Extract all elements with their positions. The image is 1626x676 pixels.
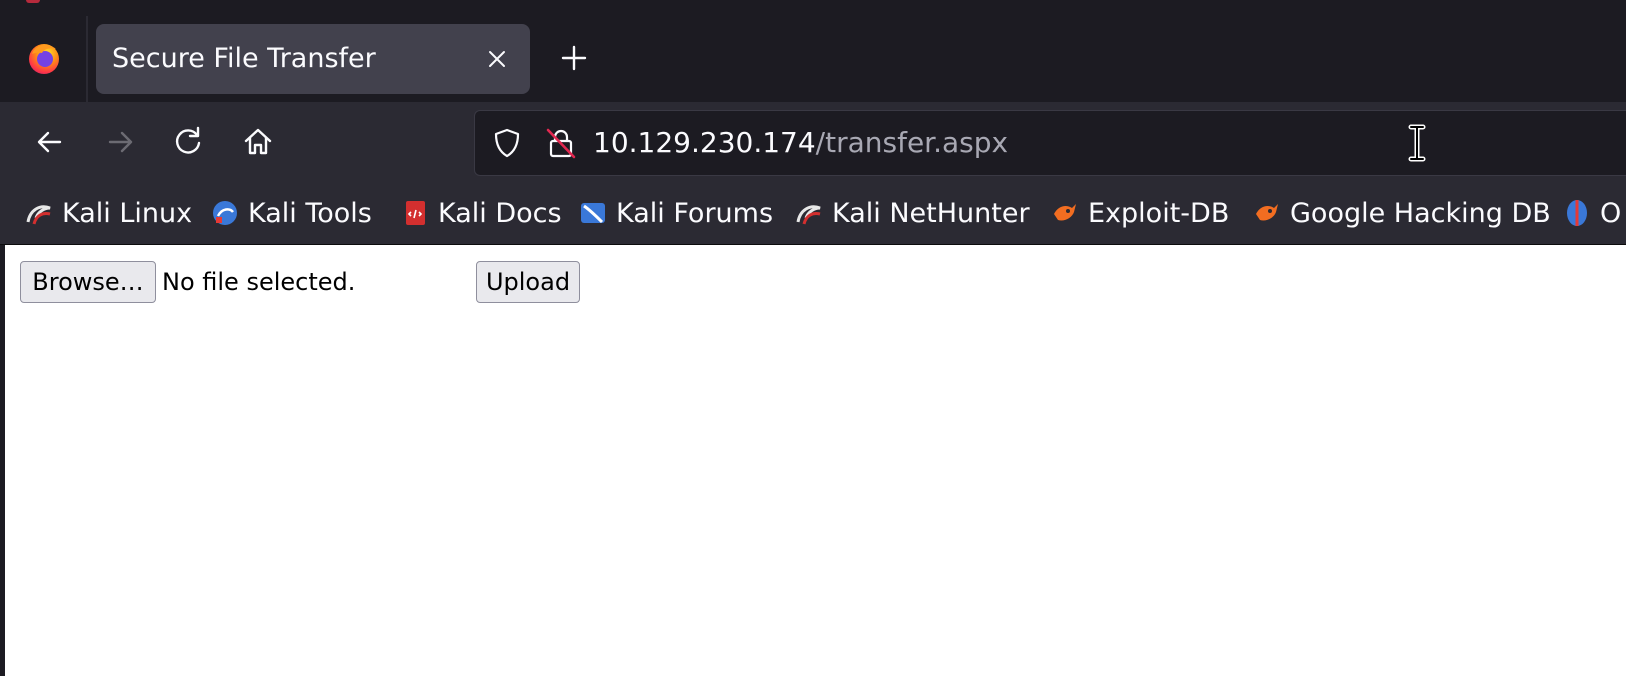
- kali-dragon-icon: [26, 205, 51, 225]
- bookmark-label: Kali NetHunter: [832, 197, 1030, 229]
- home-icon[interactable]: [238, 122, 278, 162]
- bookmark-label: O: [1600, 197, 1622, 229]
- kali-tools-icon: [213, 201, 237, 225]
- bookmark-exploit-db[interactable]: Exploit-DB: [1050, 196, 1229, 230]
- bookmark-label: Kali Tools: [248, 197, 372, 229]
- url-bar[interactable]: 10.129.230.174/transfer.aspx: [474, 110, 1626, 176]
- bookmark-kali-tools[interactable]: Kali Tools: [210, 196, 372, 230]
- url-host: 10.129.230.174: [593, 126, 816, 159]
- bookmark-label: Exploit-DB: [1088, 197, 1230, 229]
- tab-bar: Secure File Transfer: [0, 16, 1626, 102]
- close-icon[interactable]: [482, 44, 512, 74]
- bookmark-label: Kali Linux: [62, 197, 193, 229]
- window-accent: [26, 0, 40, 3]
- shield-icon[interactable]: [489, 125, 525, 161]
- arrow-left-icon[interactable]: [30, 122, 70, 162]
- reload-icon[interactable]: [168, 122, 208, 162]
- navigation-toolbar: 10.129.230.174/transfer.aspx: [0, 102, 1626, 182]
- kali-forums-icon: [581, 203, 605, 224]
- insecure-lock-icon[interactable]: [543, 125, 579, 161]
- tab-separator: [86, 16, 88, 102]
- arrow-right-icon[interactable]: [100, 122, 140, 162]
- kali-dragon-icon: [796, 205, 821, 225]
- browse-button[interactable]: Browse…: [20, 261, 156, 303]
- bookmark-kali-forums[interactable]: Kali Forums: [578, 196, 773, 230]
- bookmark-label: Kali Docs: [438, 197, 562, 229]
- bookmark-label: Google Hacking DB: [1290, 197, 1551, 229]
- tab-secure-file-transfer[interactable]: Secure File Transfer: [96, 24, 530, 94]
- browser-window: Secure File Transfer 10.129.230.174/tran…: [0, 0, 1626, 676]
- exploit-db-icon: [1054, 204, 1076, 221]
- firefox-icon[interactable]: [26, 40, 62, 76]
- bookmark-google-hacking-db[interactable]: Google Hacking DB: [1252, 196, 1551, 230]
- bookmark-kali-docs[interactable]: Kali Docs: [400, 196, 562, 230]
- bookmark-kali-nethunter[interactable]: Kali NetHunter: [794, 196, 1030, 230]
- tab-title: Secure File Transfer: [112, 43, 376, 74]
- plus-icon[interactable]: [558, 42, 590, 74]
- url-path: /transfer.aspx: [815, 126, 1009, 159]
- kali-docs-icon: [406, 201, 425, 225]
- bookmark-label: Kali Forums: [616, 197, 774, 229]
- bookmarks-toolbar: Kali Linux Kali Tools Kali Docs Kali For…: [0, 182, 1626, 245]
- bookmark-offsec[interactable]: O: [1562, 196, 1621, 230]
- text-cursor-icon: [1408, 124, 1426, 162]
- window-top-edge: [0, 0, 1626, 16]
- upload-button[interactable]: Upload: [476, 261, 580, 303]
- offsec-icon: [1567, 200, 1587, 226]
- bookmark-kali-linux[interactable]: Kali Linux: [24, 196, 192, 230]
- file-status-text: No file selected.: [162, 268, 356, 296]
- page-content: Browse… No file selected. Upload: [5, 245, 1626, 676]
- exploit-db-icon: [1256, 204, 1278, 221]
- url-text[interactable]: 10.129.230.174/transfer.aspx: [593, 111, 1008, 175]
